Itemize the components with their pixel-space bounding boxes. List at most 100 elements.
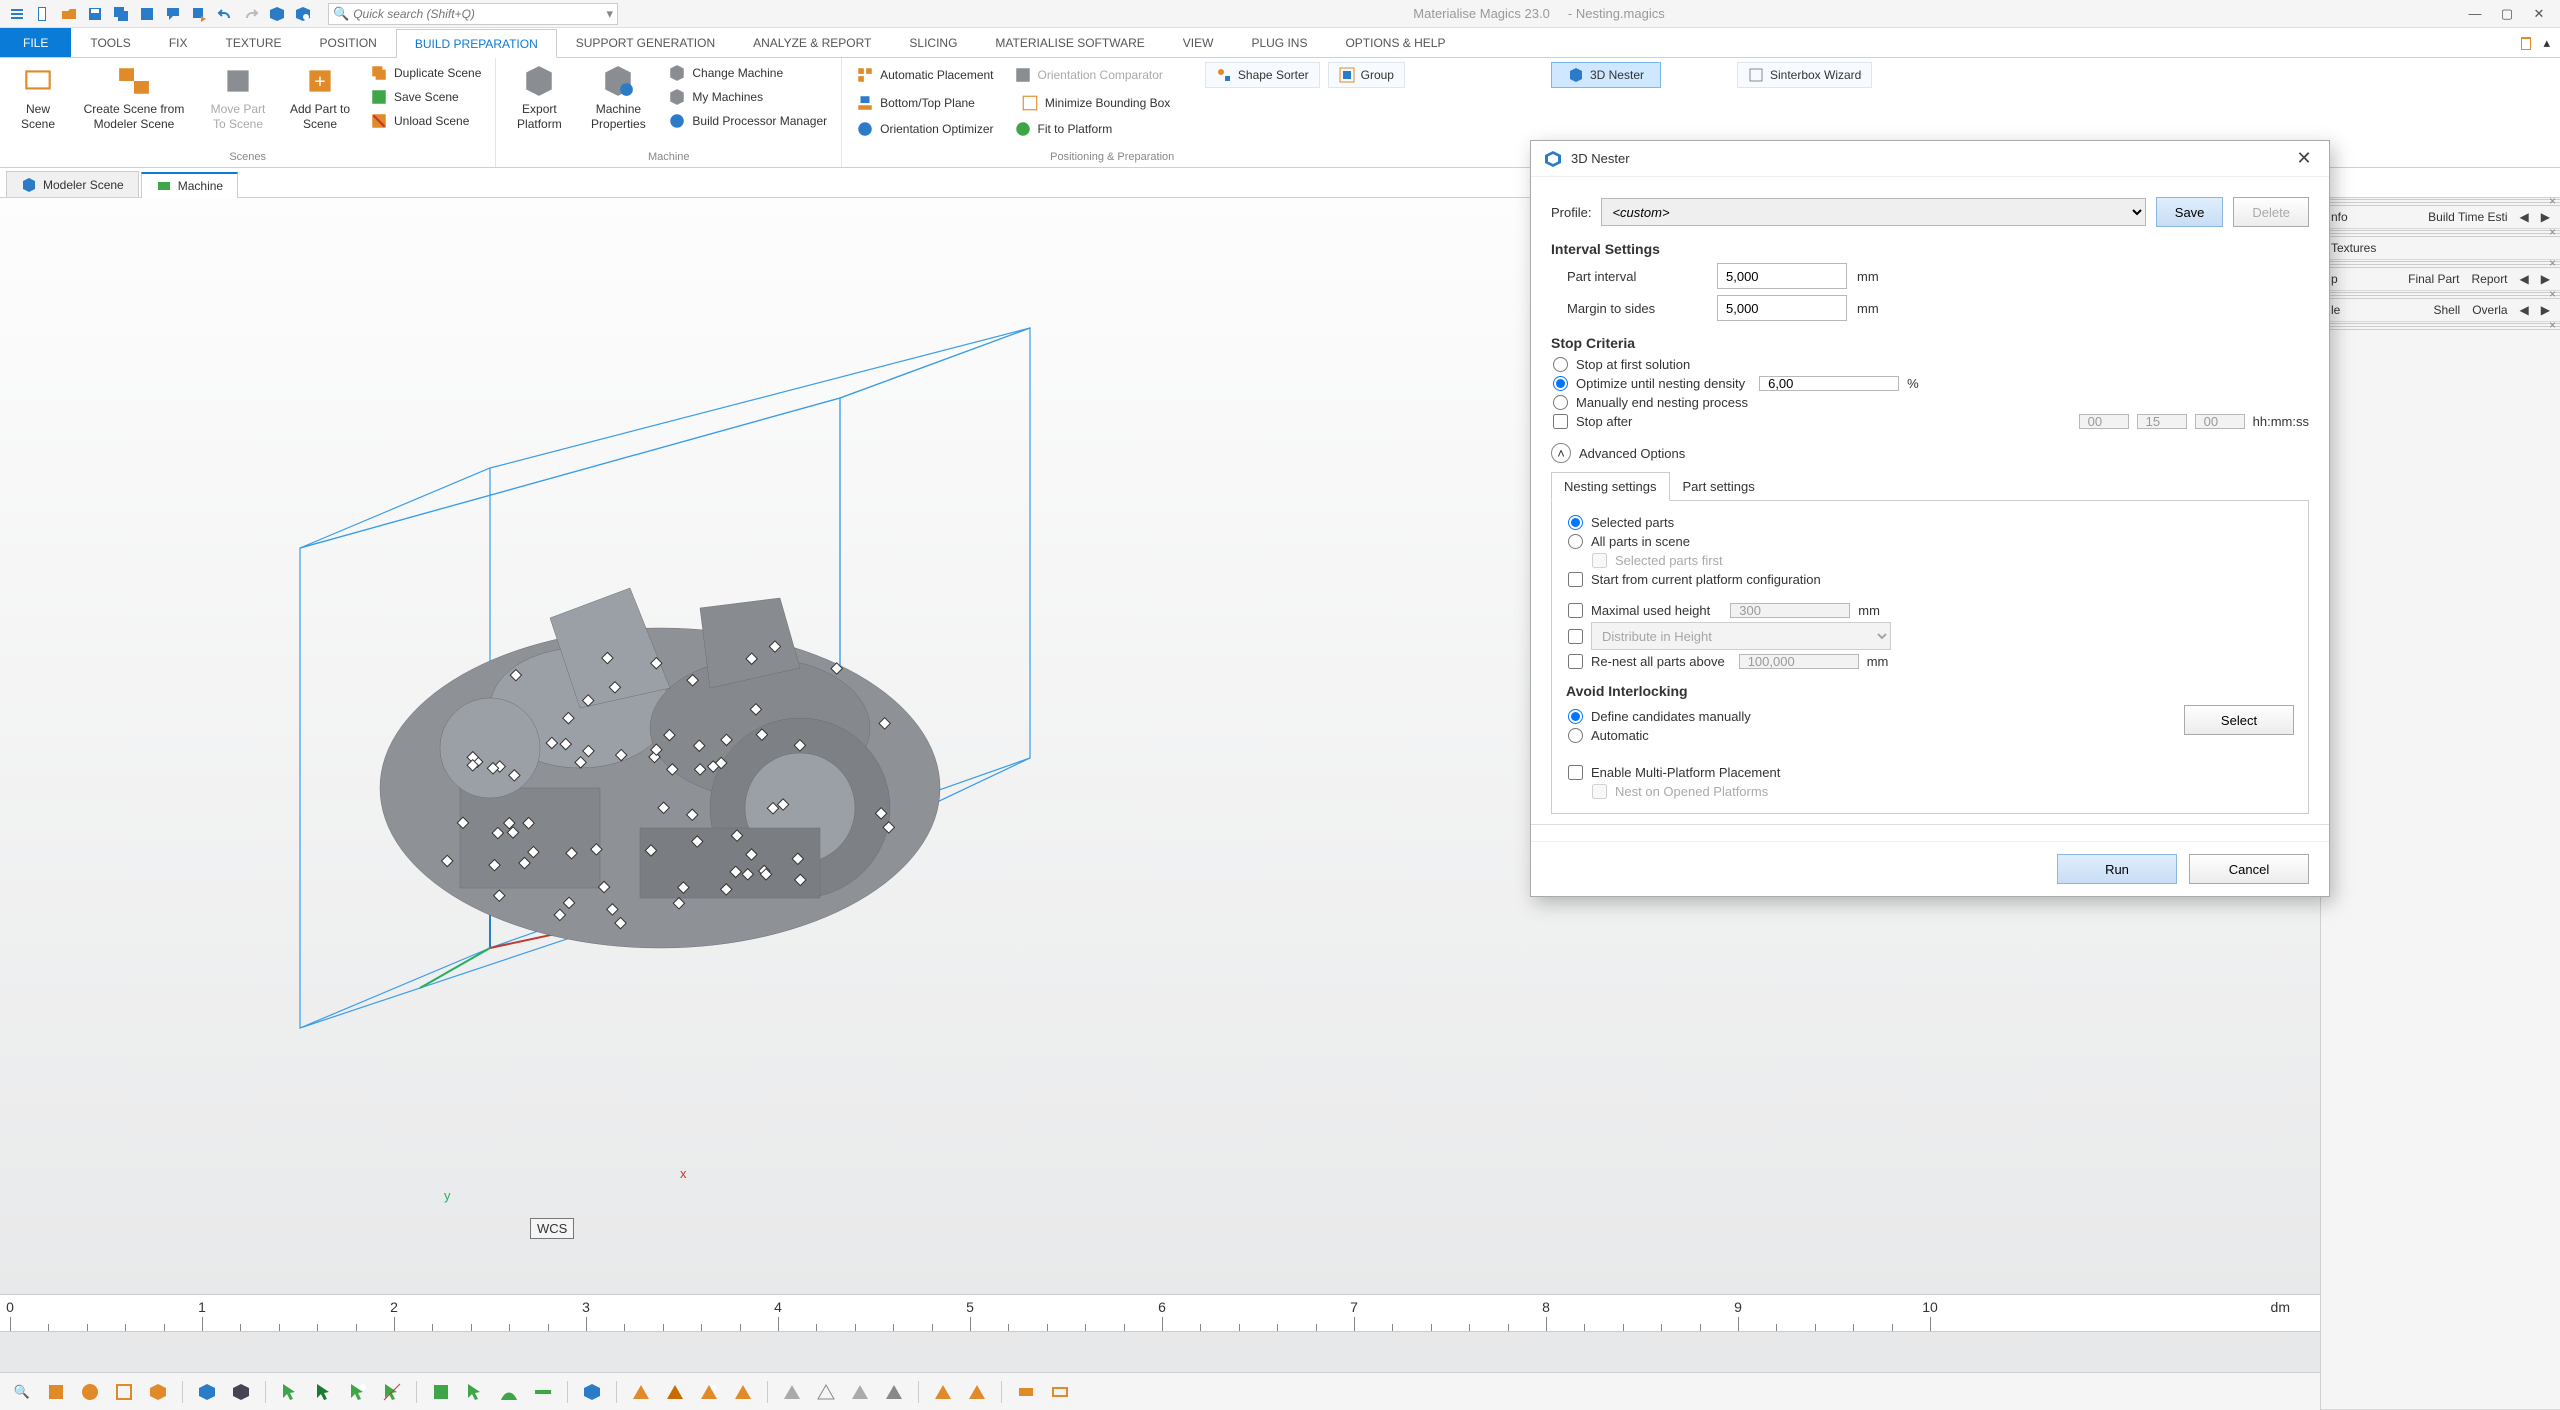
tab-slicing[interactable]: SLICING xyxy=(890,28,976,57)
cube-icon-2[interactable] xyxy=(227,1378,255,1406)
panel-handle[interactable]: × xyxy=(2321,291,2560,299)
panel-tab[interactable]: Textures xyxy=(2331,241,2376,255)
tab-support-generation[interactable]: SUPPORT GENERATION xyxy=(557,28,734,57)
fit-to-platform-button[interactable]: Fit to Platform xyxy=(1008,118,1119,140)
tab-build-preparation[interactable]: BUILD PREPARATION xyxy=(396,29,557,58)
save-scene-button[interactable]: Save Scene xyxy=(364,86,487,108)
panel-scroll-left-icon[interactable]: ◀ xyxy=(2520,272,2529,286)
stop-first-radio[interactable]: Stop at first solution xyxy=(1551,357,2309,372)
tri-icon-1[interactable] xyxy=(627,1378,655,1406)
tool-icon-a[interactable] xyxy=(427,1378,455,1406)
automatic-radio[interactable]: Automatic xyxy=(1566,728,2174,743)
zoom-icon[interactable]: 🔍 xyxy=(8,1378,36,1406)
cube-icon-1[interactable] xyxy=(193,1378,221,1406)
qat-btn-7[interactable] xyxy=(162,3,184,25)
panel-scroll-left-icon[interactable]: ◀ xyxy=(2520,303,2529,317)
tab-position[interactable]: POSITION xyxy=(301,28,396,57)
orientation-optimizer-button[interactable]: Orientation Optimizer xyxy=(850,118,999,140)
gtri-icon-3[interactable] xyxy=(846,1378,874,1406)
qat-btn-6[interactable] xyxy=(136,3,158,25)
run-button[interactable]: Run xyxy=(2057,854,2177,884)
automatic-placement-button[interactable]: Automatic Placement xyxy=(850,64,999,86)
panel-close-icon[interactable]: × xyxy=(2549,194,2556,208)
view-icon-4[interactable] xyxy=(144,1378,172,1406)
panel-handle[interactable]: × xyxy=(2321,260,2560,268)
redo-icon[interactable] xyxy=(240,3,262,25)
profile-select[interactable]: <custom> xyxy=(1601,198,2145,226)
tab-fix[interactable]: FIX xyxy=(150,28,207,57)
save-all-icon[interactable] xyxy=(110,3,132,25)
define-manual-radio[interactable]: Define candidates manually xyxy=(1566,709,2174,724)
doc-tab-machine[interactable]: Machine xyxy=(141,172,238,198)
view-icon-3[interactable] xyxy=(110,1378,138,1406)
tab-options-help[interactable]: OPTIONS & HELP xyxy=(1326,28,1464,57)
box-icon[interactable] xyxy=(266,3,288,25)
enable-multi-check[interactable]: Enable Multi-Platform Placement xyxy=(1566,765,2294,780)
panel-tab[interactable]: Shell xyxy=(2434,303,2461,317)
sinterbox-wizard-button[interactable]: Sinterbox Wizard xyxy=(1737,62,1872,88)
tool-icon-d[interactable] xyxy=(529,1378,557,1406)
max-height-check[interactable]: Maximal used height mm xyxy=(1566,603,2294,618)
unload-scene-button[interactable]: Unload Scene xyxy=(364,110,487,132)
tab-plugins[interactable]: PLUG INS xyxy=(1232,28,1326,57)
tool-icon-b[interactable] xyxy=(461,1378,489,1406)
select-candidates-button[interactable]: Select xyxy=(2184,705,2294,735)
clipboard-icon[interactable] xyxy=(2515,32,2537,54)
change-machine-button[interactable]: Change Machine xyxy=(662,62,833,84)
dialog-close-button[interactable]: ✕ xyxy=(2291,146,2317,172)
tab-view[interactable]: VIEW xyxy=(1164,28,1233,57)
tri-icon-3[interactable] xyxy=(695,1378,723,1406)
stop-after-check[interactable]: Stop after hh:mm:ss xyxy=(1551,414,2309,429)
tri-icon-2[interactable] xyxy=(661,1378,689,1406)
shape-sorter-button[interactable]: Shape Sorter xyxy=(1205,62,1320,88)
save-as-icon[interactable] xyxy=(188,3,210,25)
panel-handle[interactable]: × xyxy=(2321,229,2560,237)
view-icon-1[interactable] xyxy=(42,1378,70,1406)
panel-tab[interactable]: Final Part xyxy=(2408,272,2459,286)
gtri-icon-2[interactable] xyxy=(812,1378,840,1406)
panel-close-icon[interactable]: × xyxy=(2549,287,2556,301)
distribute-check[interactable]: Distribute in Height xyxy=(1566,622,2294,650)
tab-analyze-report[interactable]: ANALYZE & REPORT xyxy=(734,28,890,57)
duplicate-scene-button[interactable]: Duplicate Scene xyxy=(364,62,487,84)
stop-density-radio[interactable]: Optimize until nesting density % xyxy=(1551,376,2309,391)
search-input[interactable] xyxy=(353,7,602,21)
tab-texture[interactable]: TEXTURE xyxy=(206,28,300,57)
gtri-icon-4[interactable] xyxy=(880,1378,908,1406)
part-interval-input[interactable] xyxy=(1717,263,1847,289)
select-icon-3[interactable] xyxy=(344,1378,372,1406)
otri-icon-1[interactable] xyxy=(929,1378,957,1406)
density-input[interactable] xyxy=(1759,376,1899,391)
renest-check[interactable]: Re-nest all parts above mm xyxy=(1566,654,2294,669)
dialog-titlebar[interactable]: 3D Nester ✕ xyxy=(1531,141,2329,177)
select-icon-2[interactable] xyxy=(310,1378,338,1406)
margin-input[interactable] xyxy=(1717,295,1847,321)
open-file-icon[interactable] xyxy=(58,3,80,25)
my-machines-button[interactable]: My Machines xyxy=(662,86,833,108)
undo-icon[interactable] xyxy=(214,3,236,25)
select-icon-1[interactable] xyxy=(276,1378,304,1406)
save-icon[interactable] xyxy=(84,3,106,25)
panel-scroll-left-icon[interactable]: ◀ xyxy=(2520,210,2529,224)
panel-tab[interactable]: Report xyxy=(2472,272,2508,286)
start-current-check[interactable]: Start from current platform configuratio… xyxy=(1566,572,2294,587)
rect-tool-icon[interactable] xyxy=(1012,1378,1040,1406)
tool-icon-c[interactable] xyxy=(495,1378,523,1406)
panel-close-icon[interactable]: × xyxy=(2549,256,2556,270)
tab-part-settings[interactable]: Part settings xyxy=(1670,472,1768,501)
panel-close-icon[interactable]: × xyxy=(2549,318,2556,332)
search-dropdown-icon[interactable]: ▾ xyxy=(602,6,617,22)
bottom-top-plane-button[interactable]: Bottom/Top Plane xyxy=(850,92,981,114)
maximize-button[interactable]: ▢ xyxy=(2492,2,2522,26)
panel-handle[interactable]: × xyxy=(2321,198,2560,206)
collapse-ribbon-icon[interactable]: ▴ xyxy=(2543,35,2550,51)
panel-tab[interactable]: p xyxy=(2331,272,2338,286)
selected-parts-radio[interactable]: Selected parts xyxy=(1566,515,2294,530)
panel-scroll-right-icon[interactable]: ▶ xyxy=(2541,210,2550,224)
tab-file[interactable]: FILE xyxy=(0,28,71,57)
quick-search[interactable]: 🔍 ▾ xyxy=(328,3,618,25)
panel-tab[interactable]: Build Time Esti xyxy=(2428,210,2507,224)
group-button[interactable]: Group xyxy=(1328,62,1405,88)
cancel-button[interactable]: Cancel xyxy=(2189,854,2309,884)
save-profile-button[interactable]: Save xyxy=(2156,197,2224,227)
